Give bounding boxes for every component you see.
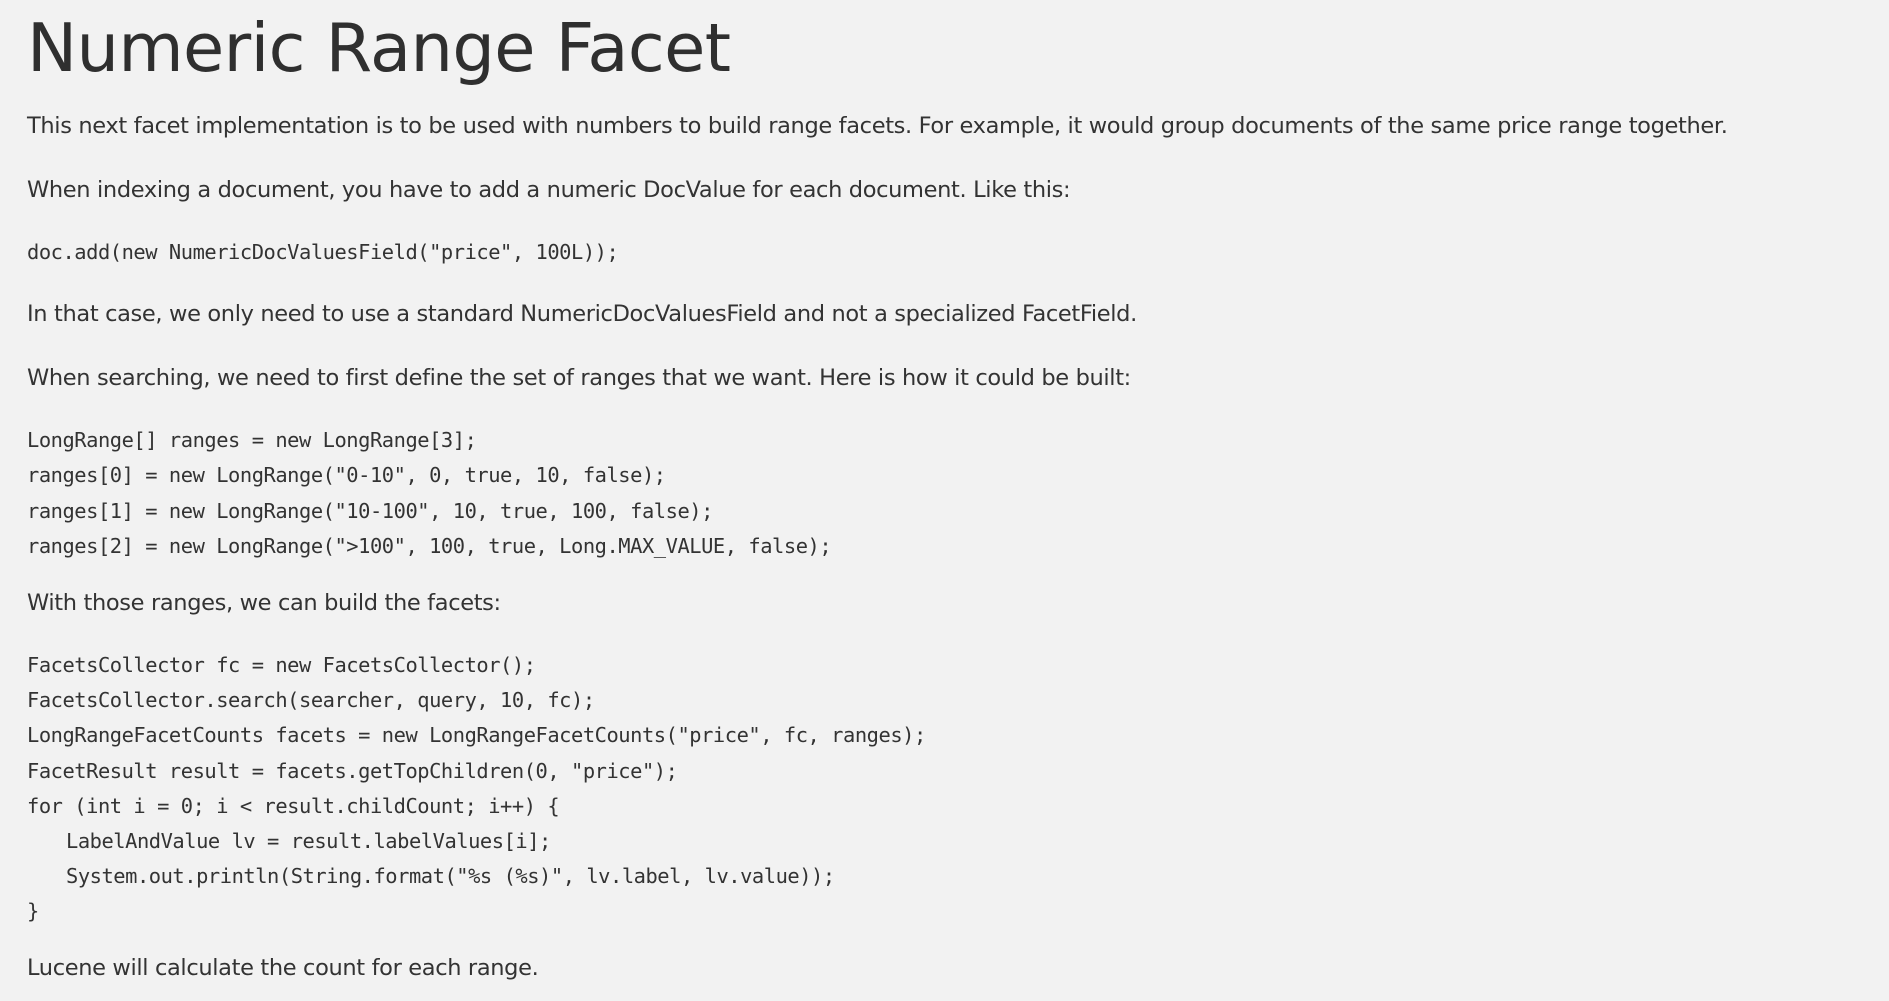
code-line: ranges[0] = new LongRange("0-10", 0, tru… <box>27 463 666 488</box>
ranges-code-block: LongRange[] ranges = new LongRange[3]; ra… <box>27 423 1889 564</box>
indexing-code-block: doc.add(new NumericDocValuesField("price… <box>27 235 1889 270</box>
page-title: Numeric Range Facet <box>27 9 731 87</box>
facets-code-block: FacetsCollector fc = new FacetsCollector… <box>27 648 1889 930</box>
code-line: FacetResult result = facets.getTopChildr… <box>27 758 678 783</box>
indexing-paragraph: When indexing a document, you have to ad… <box>27 177 1071 203</box>
intro-paragraph: This next facet implementation is to be … <box>27 113 1728 139</box>
code-line: LabelAndValue lv = result.labelValues[i]… <box>66 828 551 853</box>
build-facets-paragraph: With those ranges, we can build the face… <box>27 589 501 616</box>
code-line: FacetsCollector.search(searcher, query, … <box>27 688 595 713</box>
code-line: for (int i = 0; i < result.childCount; i… <box>27 793 560 818</box>
code-line: ranges[2] = new LongRange(">100", 100, t… <box>27 533 832 558</box>
code-line: System.out.println(String.format("%s (%s… <box>66 864 835 889</box>
code-line: doc.add(new NumericDocValuesField("price… <box>27 240 619 264</box>
code-line: } <box>27 899 39 924</box>
code-line: LongRange[] ranges = new LongRange[3]; <box>27 428 477 453</box>
searching-paragraph: When searching, we need to first define … <box>27 365 1131 392</box>
conclusion-paragraph: Lucene will calculate the count for each… <box>27 955 539 982</box>
article: Numeric Range Facet This next facet impl… <box>0 0 1889 1001</box>
code-line: LongRangeFacetCounts facets = new LongRa… <box>27 723 926 748</box>
field-note-paragraph: In that case, we only need to use a stan… <box>27 301 1137 328</box>
code-line: FacetsCollector fc = new FacetsCollector… <box>27 652 536 677</box>
code-line: ranges[1] = new LongRange("10-100", 10, … <box>27 498 713 523</box>
